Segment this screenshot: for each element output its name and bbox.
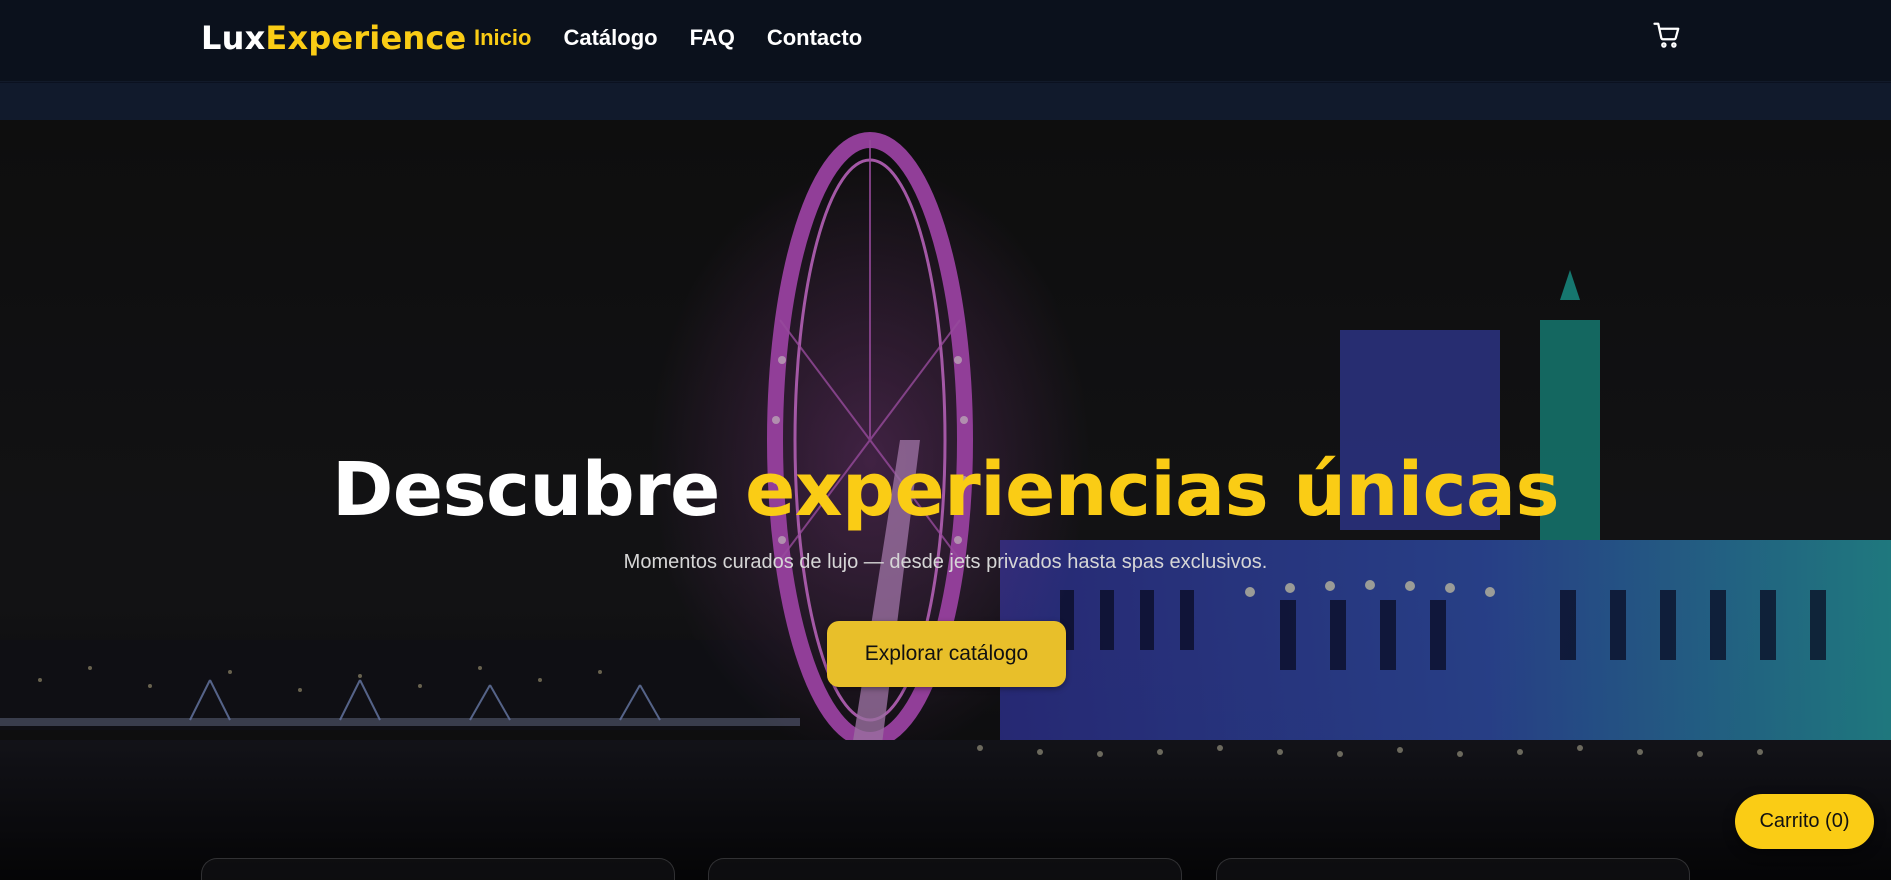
nav-item-contacto[interactable]: Contacto xyxy=(767,23,862,53)
floating-cart-button[interactable]: Carrito (0) xyxy=(1735,794,1874,849)
experience-card[interactable] xyxy=(708,858,1182,880)
main-nav: Inicio Catálogo FAQ Contacto xyxy=(474,22,862,54)
hero-section: Descubre experiencias únicas Momentos cu… xyxy=(0,120,1891,880)
top-navbar: LuxExperience Inicio Catálogo FAQ Contac… xyxy=(0,0,1891,82)
nav-item-catalogo[interactable]: Catálogo xyxy=(563,23,657,53)
experience-cards-row xyxy=(0,858,1891,880)
experience-card[interactable] xyxy=(201,858,675,880)
hero-title: Descubre experiencias únicas xyxy=(0,442,1891,538)
experience-card[interactable] xyxy=(1216,858,1690,880)
explore-catalog-button[interactable]: Explorar catálogo xyxy=(827,621,1066,687)
hero-title-highlight: experiencias únicas xyxy=(745,447,1559,533)
brand-logo-part2: Experience xyxy=(265,19,467,57)
nav-item-faq[interactable]: FAQ xyxy=(690,23,735,53)
brand-logo-part1: Lux xyxy=(201,19,266,57)
shopping-cart-icon[interactable] xyxy=(1652,20,1682,50)
nav-item-inicio[interactable]: Inicio xyxy=(474,23,531,53)
hero-title-plain: Descubre xyxy=(332,447,720,533)
brand-logo[interactable]: LuxExperience xyxy=(201,18,466,58)
header-subbar xyxy=(0,83,1891,120)
hero-subtitle: Momentos curados de lujo — desde jets pr… xyxy=(623,551,1268,573)
